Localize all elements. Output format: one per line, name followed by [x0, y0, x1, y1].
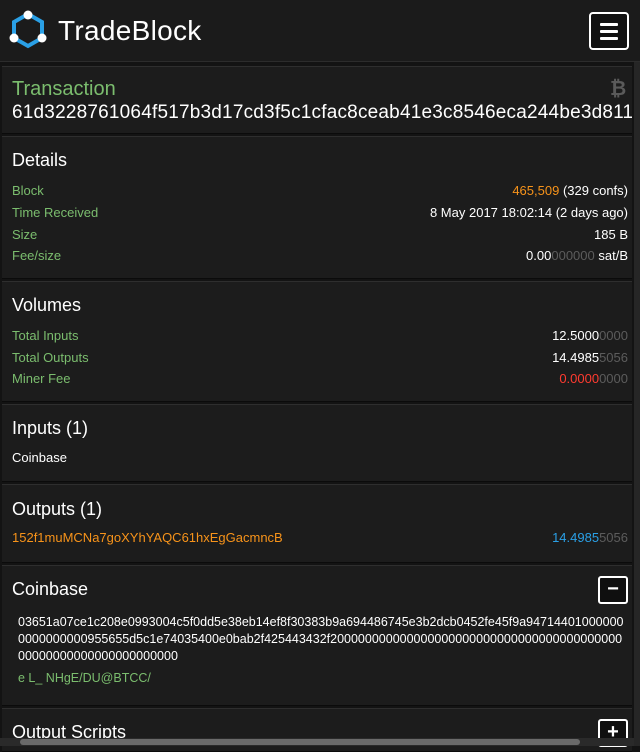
menu-icon-bar [600, 30, 618, 33]
total-outputs-label: Total Outputs [12, 350, 89, 365]
menu-icon-bar [600, 23, 618, 26]
transaction-card: Transaction ₿ 61d3228761064f517b3d17cd3f… [2, 66, 632, 134]
transaction-hash: 61d3228761064f517b3d17cd3f5c1cfac8ceab41… [12, 102, 632, 123]
block-number-link[interactable]: 465,509 [512, 183, 559, 198]
bitcoin-icon: ₿ [610, 78, 627, 100]
output-amount-main: 14.4985 [552, 530, 600, 545]
collapse-coinbase-button[interactable]: − [598, 576, 628, 604]
coinbase-title: Coinbase [12, 579, 89, 599]
transaction-label: Transaction [12, 78, 116, 100]
fee-size-main: 0.00 [526, 248, 552, 263]
miner-fee-value: 0.00000000 [559, 371, 628, 386]
tradeblock-logo-icon[interactable] [8, 10, 48, 50]
total-outputs-dim: 5056 [599, 350, 628, 365]
output-amount-dim: 5056 [599, 530, 628, 545]
output-amount: 14.49855056 [552, 530, 628, 545]
coinbase-hex: 03651a07ce1c208e0993004c5f0dd5e38eb14ef8… [18, 615, 624, 663]
output-address-link[interactable]: 152f1muMCNa7goXYhYAQC61hxEgGacmncB [12, 530, 283, 545]
horizontal-scrollbar[interactable] [0, 738, 634, 746]
total-outputs-value: 14.49855056 [552, 350, 628, 365]
miner-fee-label: Miner Fee [12, 371, 71, 386]
coinbase-ascii: e L_ NHgE/DU@BTCC/ [18, 671, 151, 685]
inputs-title: Inputs (1) [12, 418, 89, 438]
top-nav-bar: TradeBlock [0, 0, 640, 62]
inputs-card: Inputs (1) Coinbase [2, 404, 632, 482]
fee-size-label: Fee/size [12, 248, 62, 263]
time-received-label: Time Received [12, 205, 99, 220]
block-confirmations: (329 confs) [562, 183, 628, 198]
fee-size-dim: 000000 [551, 248, 595, 263]
block-label: Block [12, 183, 44, 198]
total-inputs-label: Total Inputs [12, 328, 79, 343]
size-label: Size [12, 227, 38, 242]
details-title: Details [12, 150, 68, 170]
vertical-scrollbar[interactable] [634, 62, 640, 746]
total-outputs-main: 14.4985 [552, 350, 600, 365]
details-card: Details Block 465,509 (329 confs) Time R… [2, 136, 632, 279]
total-inputs-main: 12.5000 [552, 328, 600, 343]
size-value: 185 B [594, 227, 628, 242]
fee-size-value: 0.00000000 sat/B [526, 248, 628, 263]
fee-size-unit: sat/B [598, 248, 628, 263]
total-inputs-dim: 0000 [599, 328, 628, 343]
miner-fee-main: 0.0000 [559, 371, 600, 386]
menu-icon-bar [600, 37, 618, 40]
coinbase-card: Coinbase − 03651a07ce1c208e0993004c5f0dd… [2, 565, 632, 706]
horizontal-scrollbar-thumb[interactable] [20, 739, 580, 745]
block-value: 465,509 (329 confs) [512, 183, 628, 198]
hamburger-menu-button[interactable] [589, 12, 629, 50]
input-coinbase-item: Coinbase [12, 450, 67, 465]
miner-fee-dim: 0000 [599, 371, 628, 386]
brand-name[interactable]: TradeBlock [58, 15, 202, 47]
volumes-card: Volumes Total Inputs 12.50000000 Total O… [2, 281, 632, 402]
volumes-title: Volumes [12, 295, 82, 315]
time-received-value: 8 May 2017 18:02:14 (2 days ago) [429, 205, 628, 220]
outputs-title: Outputs (1) [12, 499, 103, 519]
outputs-card: Outputs (1) 152f1muMCNa7goXYhYAQC61hxEgG… [2, 484, 632, 563]
total-inputs-value: 12.50000000 [552, 328, 628, 343]
